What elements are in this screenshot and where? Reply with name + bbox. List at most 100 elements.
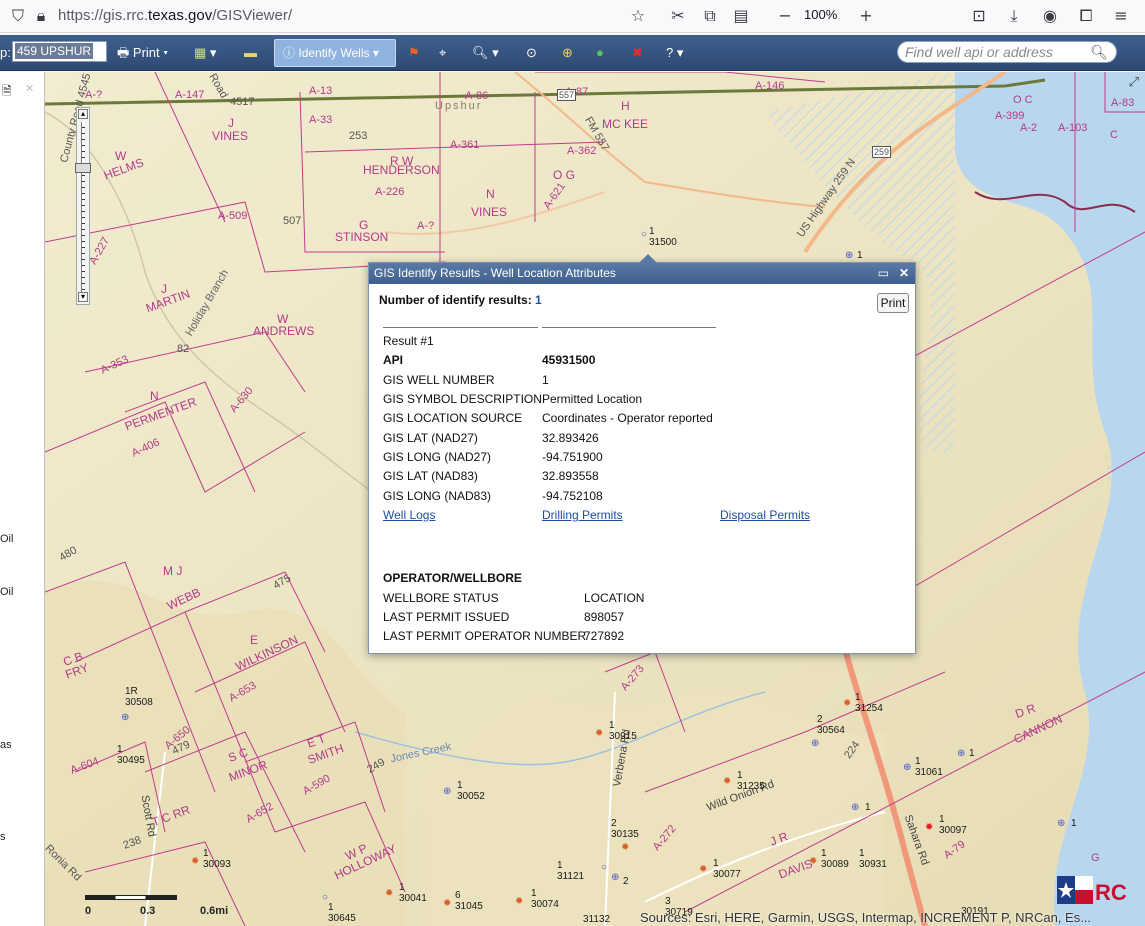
search-icon[interactable]: 🔍︎ xyxy=(1090,42,1108,62)
well-marker[interactable]: ✹ 1 31235 xyxy=(723,770,765,792)
well-permitted-icon: ⊕ xyxy=(611,872,620,883)
zoom-out-icon[interactable]: ▾ xyxy=(78,292,88,302)
download-icon[interactable]: ⤓ xyxy=(1004,6,1024,26)
well-oil-icon: ✹ xyxy=(809,856,818,867)
shield-icon[interactable]: ⛉ xyxy=(8,6,28,26)
layers-button[interactable]: ▦ ▾ xyxy=(194,43,216,63)
help-icon[interactable]: ? ▾ xyxy=(666,43,683,63)
well-marker[interactable]: ⊕ 1 xyxy=(845,250,863,261)
well-label: 1 31254 xyxy=(855,692,883,714)
zoom-in-icon[interactable]: ▴ xyxy=(78,109,88,119)
zoom-track[interactable] xyxy=(81,122,85,292)
magnifier-icon[interactable]: 🔍︎ ▾ xyxy=(472,43,499,63)
url-domain: texas.gov xyxy=(148,7,213,24)
menu-icon[interactable]: ≡ xyxy=(1111,6,1131,26)
attr-label: GIS SYMBOL DESCRIPTION xyxy=(383,392,542,406)
scale-tick: 0.6mi xyxy=(200,905,229,917)
print-button[interactable]: Print xyxy=(877,293,909,313)
well-marker[interactable]: ⊕ 1R 30508 xyxy=(121,686,153,723)
well-label: 1 30097 xyxy=(939,814,967,836)
close-icon[interactable]: ✕ xyxy=(899,263,909,284)
well-permitted-icon: ⊕ xyxy=(851,802,860,813)
well-marker[interactable]: ⊕ 1 31061 xyxy=(903,756,943,778)
road-label: 507 xyxy=(283,215,302,227)
well-marker[interactable]: ✹ 1 30093 xyxy=(191,848,231,870)
well-marker[interactable]: ✹ 1 30077 xyxy=(699,858,741,880)
zoom-out-icon[interactable]: − xyxy=(775,6,795,26)
well-marker[interactable]: ⊕ 1 30052 xyxy=(443,780,485,802)
section-title: OPERATOR/WELLBORE xyxy=(383,571,522,585)
well-logs-link[interactable]: Well Logs xyxy=(383,508,435,522)
popup-header: GIS Identify Results - Well Location Att… xyxy=(369,263,915,284)
crosshair-icon[interactable]: ⌖ xyxy=(439,43,446,63)
zoom-level[interactable]: 100% xyxy=(804,7,837,22)
zoom-thumb[interactable] xyxy=(75,163,91,173)
flag-icon[interactable]: ⚑ xyxy=(408,43,420,63)
road-shield: 259 xyxy=(872,146,892,158)
survey-label: N xyxy=(150,389,159,403)
well-marker[interactable]: ✹ 1 30915 xyxy=(595,720,637,742)
disposal-permits-link[interactable]: Disposal Permits xyxy=(720,508,810,522)
zoom-slider[interactable]: ▴ ▾ xyxy=(75,107,91,305)
copy-icon[interactable]: ⧉ xyxy=(700,6,720,26)
maximize-icon[interactable]: ▭ xyxy=(878,263,889,284)
well-marker[interactable]: ✹ 1 30089 xyxy=(809,848,849,870)
road-label: 253 xyxy=(349,130,368,142)
well-marker[interactable]: ⊕ 2 30564 xyxy=(811,714,845,749)
well-oil-icon: ✹ xyxy=(699,864,708,875)
well-marker[interactable]: ✹ 1 30041 xyxy=(385,882,427,904)
expand-icon[interactable]: ⤢ xyxy=(1129,74,1139,90)
operator-label: LAST PERMIT OPERATOR NUMBER xyxy=(383,629,587,643)
well-oil-icon: ✹ xyxy=(191,856,200,867)
panel-item: Oil xyxy=(0,586,14,598)
left-panel: 🗎 ✕ Oil Oil as s xyxy=(0,72,45,926)
well-marker[interactable]: ○ 1 31121 xyxy=(557,860,607,882)
well-marker[interactable]: ✹ 1 31254 xyxy=(843,692,883,714)
survey-label: A-147 xyxy=(175,89,205,101)
paste-icon[interactable]: ▤ xyxy=(731,6,751,26)
account-icon[interactable]: ◉ xyxy=(1040,6,1060,26)
county-input[interactable]: 459 UPSHUR xyxy=(12,41,107,62)
well-circle-icon: ○ xyxy=(641,229,648,240)
drilling-permits-link[interactable]: Drilling Permits xyxy=(542,508,623,522)
survey-label: E xyxy=(250,633,259,647)
scale-tick: 0 xyxy=(85,905,92,917)
well-marker[interactable]: ✹ 6 31045 xyxy=(443,890,483,912)
extensions-icon[interactable]: ⧠ xyxy=(1076,6,1096,26)
chevron-down-icon: ▾ xyxy=(163,45,169,60)
print-button[interactable]: 🖶︎ Print ▾ xyxy=(117,43,168,63)
cut-icon[interactable]: ✂ xyxy=(668,6,688,26)
identify-wells-button[interactable]: ⓘ Identify Wells ▾ xyxy=(274,39,396,67)
globe-icon[interactable]: ● xyxy=(596,43,604,63)
well-label: 1 30074 xyxy=(531,888,559,910)
basemap-icon[interactable]: ▬ xyxy=(244,43,257,63)
attr-label: GIS WELL NUMBER xyxy=(383,373,495,387)
grid-icon: ▦ xyxy=(194,45,207,60)
printer-icon: 🖶︎ xyxy=(117,45,130,60)
well-marker[interactable]: ⊕ 1 xyxy=(851,802,871,813)
well-marker[interactable]: ✹ 2 30135 xyxy=(611,818,639,853)
well-label: 1 30645 xyxy=(328,902,356,924)
well-marker[interactable]: ⊕ 2 xyxy=(611,872,629,887)
lock-icon[interactable]: 🔒︎ xyxy=(31,6,51,26)
well-marker[interactable]: ✹ 1 30074 xyxy=(515,888,559,910)
clear-icon[interactable]: ✖ xyxy=(632,43,643,63)
locate-icon[interactable]: ⊕ xyxy=(562,43,573,63)
well-oil-icon: ✹ xyxy=(443,898,452,909)
pocket-icon[interactable]: ⊡ xyxy=(969,6,989,26)
well-marker[interactable]: ○ 1 30645 xyxy=(322,892,356,924)
well-marker[interactable]: ○ 1 31500 xyxy=(641,226,677,248)
well-marker[interactable]: ✹ 1 30097 xyxy=(925,814,967,836)
search-input[interactable]: Find well api or address 🔍︎ xyxy=(897,41,1117,63)
close-icon[interactable]: ✕ xyxy=(25,82,34,95)
panel-doc-icon[interactable]: 🗎 xyxy=(2,82,12,103)
attr-value: 45931500 xyxy=(542,353,596,367)
full-extent-icon[interactable]: ⊙ xyxy=(526,43,537,63)
popup-pointer xyxy=(639,254,657,263)
well-marker[interactable]: ⊕ 1 xyxy=(1057,818,1077,829)
zoom-in-icon[interactable]: + xyxy=(856,6,876,26)
well-label: 1 30495 xyxy=(117,744,145,766)
bookmark-star-icon[interactable]: ☆ xyxy=(628,6,648,26)
url-bar[interactable]: https://gis.rrc.texas.gov/GISViewer/ xyxy=(58,7,292,24)
well-marker[interactable]: ⊕ 1 xyxy=(957,748,975,759)
